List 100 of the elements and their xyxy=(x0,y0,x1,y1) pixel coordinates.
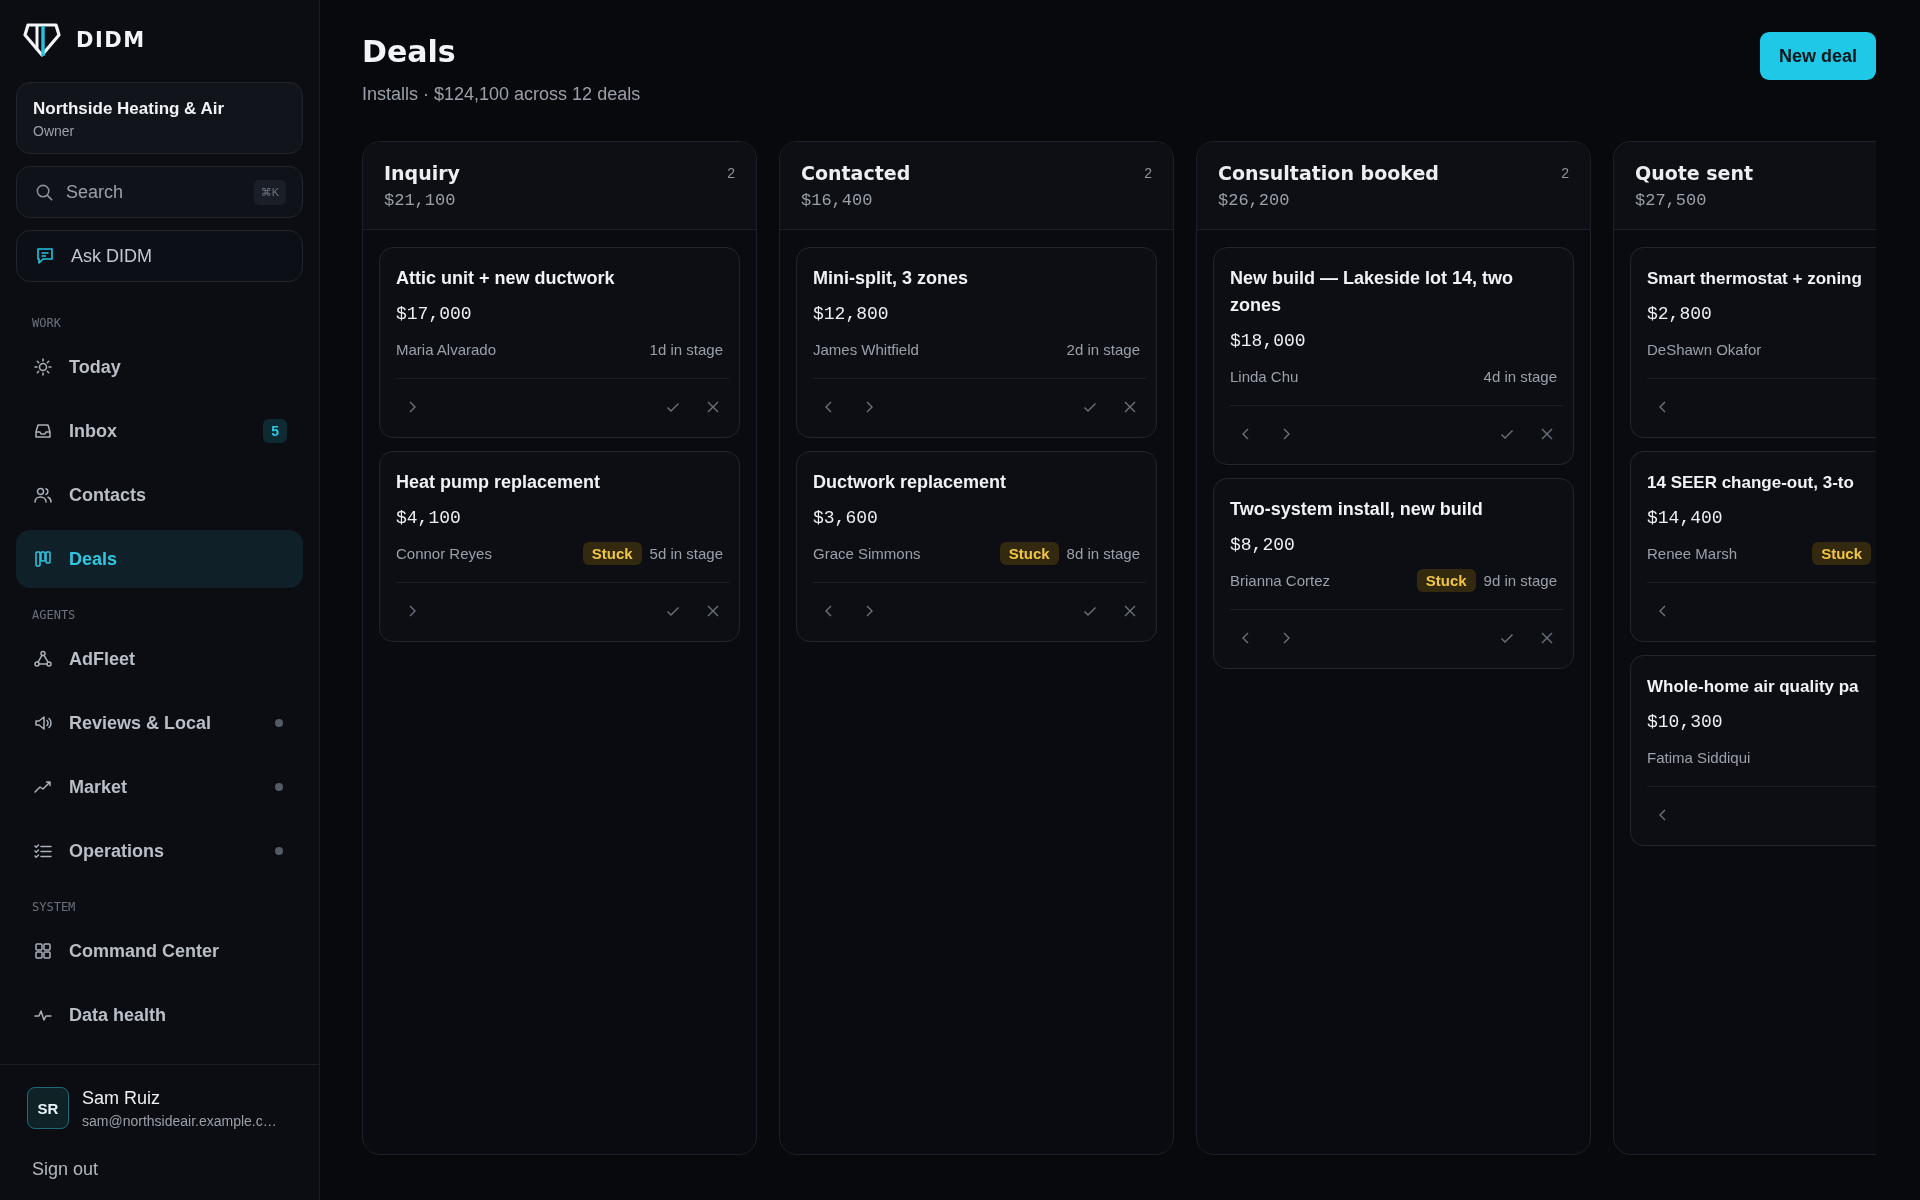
ask-button[interactable]: Ask DIDM xyxy=(16,230,303,282)
deal-amount: $12,800 xyxy=(813,304,890,324)
search-icon xyxy=(35,182,54,202)
chat-icon xyxy=(35,246,55,266)
stage-age: 8d in stage xyxy=(1066,544,1140,562)
close-icon xyxy=(1122,603,1138,619)
section-label: AGENTS xyxy=(31,607,77,624)
nav-item[interactable]: Data health xyxy=(16,986,303,1044)
contact-name: Maria Alvarado xyxy=(396,340,497,358)
deal-card[interactable]: Heat pump replacement $4,100 Connor Reyes Stuck 5d in stage xyxy=(379,451,740,642)
column-total: $27,500 xyxy=(1635,191,1708,210)
close-icon xyxy=(1539,630,1555,646)
contact-name: Renee Marsh xyxy=(1647,544,1738,562)
workspace-switcher[interactable]: Northside Heating & Air Owner xyxy=(16,82,303,154)
megaphone-icon xyxy=(33,713,53,733)
stuck-badge: Stuck xyxy=(999,541,1059,565)
contact-name: Brianna Cortez xyxy=(1230,571,1331,589)
deal-title: Smart thermostat + zoning xyxy=(1647,268,1863,290)
deal-card[interactable]: Mini-split, 3 zones $12,800 James Whitfield 2d in stage xyxy=(796,247,1157,438)
deal-card[interactable]: 14 SEER change-out, 3-to $14,400 Renee Marsh Stuck xyxy=(1630,451,1876,642)
sign-out-link[interactable]: Sign out xyxy=(32,1159,99,1180)
deal-card[interactable]: Whole-home air quality pa $10,300 Fatima Siddiqui xyxy=(1630,655,1876,846)
brand-name: DIDM xyxy=(76,28,146,52)
nav-item[interactable]: Operations xyxy=(16,822,303,880)
column-total: $26,200 xyxy=(1218,191,1291,210)
deal-card[interactable]: Two-system install, new build $8,200 Brianna Cortez Stuck 9d in stage xyxy=(1213,478,1574,669)
search-box[interactable]: Search ⌘K xyxy=(16,166,303,218)
close-icon xyxy=(1539,426,1555,442)
section-label: SYSTEM xyxy=(31,899,77,916)
grid-icon xyxy=(33,941,53,961)
page-subtitle: Installs · $124,100 across 12 deals xyxy=(362,84,641,105)
close-icon xyxy=(705,399,721,415)
deal-title: Two-system install, new build xyxy=(1230,498,1484,521)
stuck-badge: Stuck xyxy=(1812,541,1871,565)
contact-name: DeShawn Okafor xyxy=(1647,340,1762,358)
stage-age: 9d in stage xyxy=(1483,571,1557,589)
deal-title: Heat pump replacement xyxy=(396,471,602,494)
stage-age: 1d in stage xyxy=(649,340,723,358)
kanban-icon xyxy=(33,549,53,569)
deal-card[interactable]: New build — Lakeside lot 14, two zones $18,000 Linda Chu 4d in stage xyxy=(1213,247,1574,465)
contact-name: Fatima Siddiqui xyxy=(1647,748,1751,766)
nav-item[interactable]: Market xyxy=(16,758,303,816)
stuck-badge: Stuck xyxy=(582,541,642,565)
contact-name: James Whitfield xyxy=(813,340,919,358)
nav-item[interactable]: Deals xyxy=(16,530,303,588)
network-icon xyxy=(33,649,53,669)
avatar: SR xyxy=(27,1087,69,1129)
nav-item[interactable]: AdFleet xyxy=(16,630,303,688)
contact-name: Grace Simmons xyxy=(813,544,921,562)
checklist-icon xyxy=(33,841,53,861)
nav-item[interactable]: Command Center xyxy=(16,922,303,980)
people-icon xyxy=(33,485,53,505)
page-title: Deals xyxy=(362,34,457,69)
deal-amount: $17,000 xyxy=(396,304,473,324)
deal-amount: $8,200 xyxy=(1230,535,1296,555)
contact-name: Connor Reyes xyxy=(396,544,492,562)
column-total: $16,400 xyxy=(801,191,874,210)
sun-icon xyxy=(33,357,53,377)
column-count: 2 xyxy=(727,165,735,181)
column-title: Quote sent xyxy=(1635,162,1754,184)
column-title: Contacted xyxy=(801,162,911,184)
nav-item[interactable]: Today xyxy=(16,338,303,396)
deal-amount: $4,100 xyxy=(396,508,462,528)
nav-item[interactable]: Reviews & Local xyxy=(16,694,303,752)
nav-item[interactable]: Inbox 5 xyxy=(16,402,303,460)
user-name: Sam Ruiz xyxy=(82,1087,162,1109)
deal-title: New build — Lakeside lot 14, two zones xyxy=(1230,267,1515,317)
logo-icon xyxy=(22,22,62,58)
inbox-icon xyxy=(33,421,53,441)
deal-title: Whole-home air quality pa xyxy=(1647,676,1860,698)
deal-amount: $2,800 xyxy=(1647,304,1713,324)
deal-amount: $14,400 xyxy=(1647,508,1724,528)
new-deal-button[interactable]: New deal xyxy=(1759,32,1876,80)
stuck-badge: Stuck xyxy=(1416,568,1476,592)
deal-amount: $3,600 xyxy=(813,508,879,528)
deal-title: Attic unit + new ductwork xyxy=(396,267,616,290)
user-email: sam@northsideair.example.c… xyxy=(82,1112,277,1129)
column-title: Consultation booked xyxy=(1218,162,1439,184)
deal-card[interactable]: Ductwork replacement $3,600 Grace Simmons Stuck 8d in stage xyxy=(796,451,1157,642)
shortcut-hint: ⌘K xyxy=(253,179,286,205)
deal-title: Mini-split, 3 zones xyxy=(813,267,969,290)
deal-title: Ductwork replacement xyxy=(813,471,1008,494)
column-title: Inquiry xyxy=(384,162,460,184)
deal-card[interactable]: Attic unit + new ductwork $17,000 Maria Alvarado 1d in stage xyxy=(379,247,740,438)
column-total: $21,100 xyxy=(384,191,457,210)
deal-card[interactable]: Smart thermostat + zoning $2,800 DeShawn Okafor xyxy=(1630,247,1876,438)
count-badge: 5 xyxy=(263,419,287,443)
nav-item[interactable]: Contacts xyxy=(16,466,303,524)
column-count: 2 xyxy=(1144,165,1152,181)
deal-amount: $10,300 xyxy=(1647,712,1724,732)
contact-name: Linda Chu xyxy=(1230,367,1299,385)
stage-age: 4d in stage xyxy=(1483,367,1557,385)
close-icon xyxy=(705,603,721,619)
close-icon xyxy=(1122,399,1138,415)
stage-age: 2d in stage xyxy=(1066,340,1140,358)
deal-title: 14 SEER change-out, 3-to xyxy=(1647,472,1855,494)
section-label: WORK xyxy=(31,315,62,332)
column-count: 2 xyxy=(1561,165,1569,181)
search-field[interactable]: Search xyxy=(64,180,244,204)
deal-amount: $18,000 xyxy=(1230,331,1307,351)
